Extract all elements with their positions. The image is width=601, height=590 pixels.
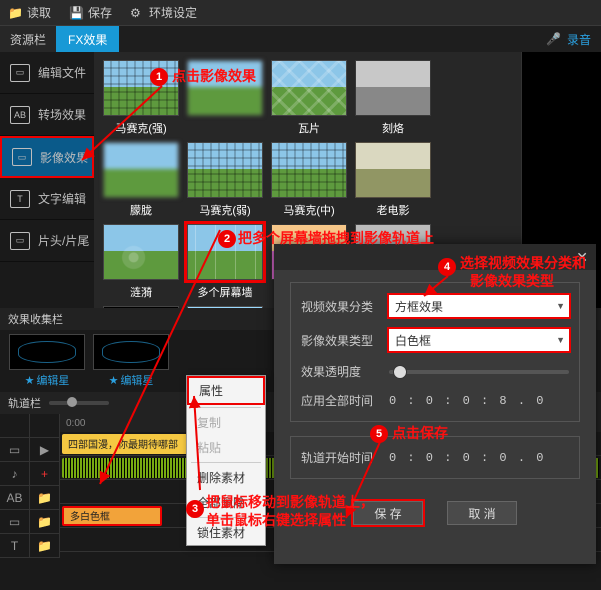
context-menu: 属性 复制 粘贴 删除素材 全部删除 锁住素材 bbox=[186, 375, 266, 546]
ctx-delete[interactable]: 删除素材 bbox=[187, 465, 265, 490]
effect-thumb bbox=[103, 142, 179, 198]
start-label: 轨道开始时间 bbox=[301, 449, 381, 466]
collection-item[interactable]: ★编辑星 bbox=[8, 334, 86, 388]
effect-properties-dialog: ✕ 视频效果分类方框效果 影像效果类型白色框 效果透明度 应用全部时间 0 : 0… bbox=[274, 244, 596, 564]
ctx-lock[interactable]: 锁住素材 bbox=[187, 520, 265, 545]
star-icon: ★ bbox=[109, 375, 119, 387]
text-icon: T bbox=[10, 190, 30, 208]
collection-thumb bbox=[9, 334, 85, 370]
tab-bar: 资源栏 FX效果 🎤录音 bbox=[0, 26, 601, 52]
save-button[interactable]: 保 存 bbox=[353, 501, 423, 525]
opacity-slider[interactable] bbox=[389, 370, 569, 374]
anno-badge-2: 2 bbox=[218, 230, 236, 248]
fx-icon: ▭ bbox=[12, 148, 32, 166]
fx-track-icon[interactable]: ▭ bbox=[0, 510, 30, 534]
effect-item[interactable]: 马赛克(中) bbox=[270, 142, 348, 218]
text-track-icon[interactable]: T bbox=[0, 534, 30, 558]
folder-icon[interactable]: 📁 bbox=[30, 534, 60, 558]
menu-save[interactable]: 💾保存 bbox=[69, 4, 112, 21]
folder-icon: 📁 bbox=[8, 6, 22, 20]
track-ctrl[interactable] bbox=[30, 414, 60, 438]
effect-thumb bbox=[103, 224, 179, 280]
ctx-properties[interactable]: 属性 bbox=[187, 376, 265, 405]
folder-icon[interactable]: 📁 bbox=[30, 510, 60, 534]
video-track-icon[interactable]: ▭ bbox=[0, 438, 30, 462]
add-icon[interactable]: + bbox=[30, 462, 60, 486]
save-icon: 💾 bbox=[69, 6, 83, 20]
opacity-label: 效果透明度 bbox=[301, 363, 381, 380]
sidebar-label: 编辑文件 bbox=[38, 64, 86, 81]
track-ctrl[interactable] bbox=[0, 414, 30, 438]
type-combo[interactable]: 白色框 bbox=[389, 329, 569, 351]
effect-thumb bbox=[187, 306, 263, 308]
ab-track-icon[interactable]: AB bbox=[0, 486, 30, 510]
fulltime-label: 应用全部时间 bbox=[301, 392, 381, 409]
sidebar-item-edit[interactable]: ▭ 编辑文件 bbox=[0, 52, 94, 94]
track-header-label: 轨道栏 bbox=[8, 395, 41, 411]
tab-record[interactable]: 🎤录音 bbox=[546, 31, 601, 48]
effect-item[interactable] bbox=[186, 60, 264, 136]
sidebar-item-text[interactable]: T 文字编辑 bbox=[0, 178, 94, 220]
effect-item[interactable]: 淡出Black bbox=[102, 306, 180, 308]
collection-item[interactable]: ★编辑星 bbox=[92, 334, 170, 388]
menu-bar: 📁读取 💾保存 ⚙环境设定 bbox=[0, 0, 601, 26]
effect-item[interactable]: 老电影 bbox=[354, 142, 432, 218]
sidebar-label: 文字编辑 bbox=[38, 190, 86, 207]
menu-read[interactable]: 📁读取 bbox=[8, 4, 51, 21]
star-icon: ★ bbox=[25, 375, 35, 387]
sidebar-label: 影像效果 bbox=[40, 149, 88, 166]
effect-item[interactable]: 刻烙 bbox=[354, 60, 432, 136]
effect-thumb bbox=[187, 60, 263, 116]
anno-badge-4: 4 bbox=[438, 258, 456, 276]
ctx-paste[interactable]: 粘贴 bbox=[187, 435, 265, 460]
ab-icon: AB bbox=[10, 106, 30, 124]
effect-thumb bbox=[355, 142, 431, 198]
effect-thumb bbox=[103, 60, 179, 116]
effect-thumb bbox=[355, 60, 431, 116]
category-label: 视频效果分类 bbox=[301, 298, 381, 315]
sidebar-label: 片头/片尾 bbox=[38, 232, 89, 249]
close-icon[interactable]: ✕ bbox=[576, 249, 588, 266]
effect-thumb bbox=[187, 142, 263, 198]
effect-item[interactable]: 油画 bbox=[186, 306, 264, 308]
clap-icon: ▭ bbox=[10, 232, 30, 250]
sidebar-item-intro[interactable]: ▭ 片头/片尾 bbox=[0, 220, 94, 262]
effect-item[interactable]: 瓦片 bbox=[270, 60, 348, 136]
cancel-button[interactable]: 取 消 bbox=[447, 501, 517, 525]
anno-badge-5: 5 bbox=[370, 425, 388, 443]
effect-item[interactable]: 朦胧 bbox=[102, 142, 180, 218]
sidebar-item-video-fx[interactable]: ▭ 影像效果 bbox=[0, 136, 94, 178]
type-label: 影像效果类型 bbox=[301, 332, 381, 349]
mic-icon: 🎤 bbox=[546, 32, 561, 46]
effect-item[interactable]: 马赛克(弱) bbox=[186, 142, 264, 218]
effect-item[interactable]: 涟漪 bbox=[102, 224, 180, 300]
sidebar-label: 转场效果 bbox=[38, 106, 86, 123]
gear-icon: ⚙ bbox=[130, 6, 144, 20]
zoom-slider[interactable] bbox=[49, 401, 109, 405]
anno-badge-1: 1 bbox=[150, 68, 168, 86]
effect-item[interactable]: 马赛克(强) bbox=[102, 60, 180, 136]
time-value: 0 : 0 : 0 : 8 . 0 bbox=[389, 394, 545, 408]
film-icon: ▭ bbox=[10, 64, 30, 82]
tab-resource[interactable]: 资源栏 bbox=[0, 26, 56, 52]
play-icon[interactable]: ▶ bbox=[30, 438, 60, 462]
effect-thumb bbox=[271, 60, 347, 116]
start-value: 0 : 0 : 0 : 0 . 0 bbox=[389, 451, 545, 465]
collection-thumb bbox=[93, 334, 169, 370]
audio-track-icon[interactable]: ♪ bbox=[0, 462, 30, 486]
menu-settings[interactable]: ⚙环境设定 bbox=[130, 4, 197, 21]
fx-clip[interactable]: 多白色框 bbox=[62, 506, 162, 526]
ctx-copy[interactable]: 复制 bbox=[187, 410, 265, 435]
folder-icon[interactable]: 📁 bbox=[30, 486, 60, 510]
category-combo[interactable]: 方框效果 bbox=[389, 295, 569, 317]
sidebar-item-transition[interactable]: AB 转场效果 bbox=[0, 94, 94, 136]
anno-badge-3: 3 bbox=[186, 500, 204, 518]
effect-thumb bbox=[103, 306, 179, 308]
effect-thumb bbox=[271, 142, 347, 198]
sidebar: ▭ 编辑文件 AB 转场效果 ▭ 影像效果 T 文字编辑 ▭ 片头/片尾 bbox=[0, 52, 94, 308]
tab-fx[interactable]: FX效果 bbox=[56, 26, 119, 52]
